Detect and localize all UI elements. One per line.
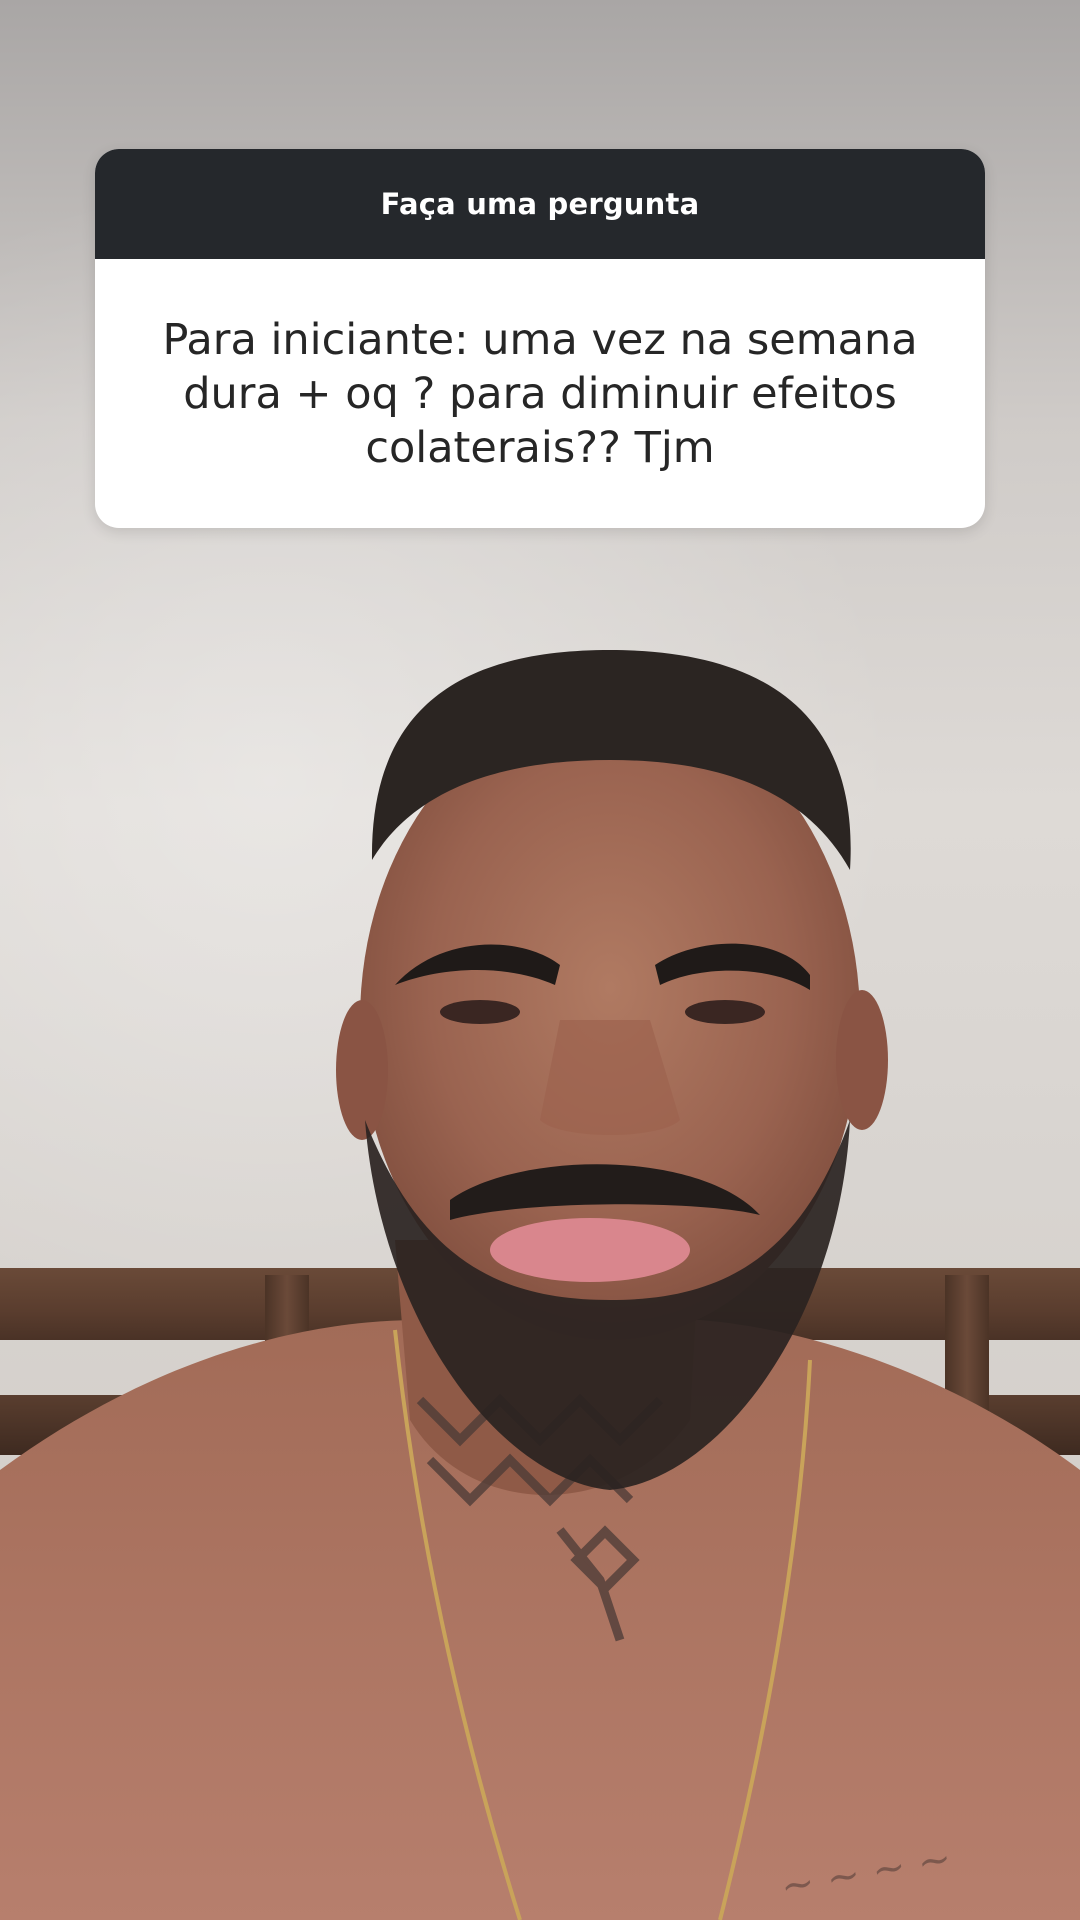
question-sticker[interactable]: Faça uma pergunta Para iniciante: uma ve…: [95, 149, 985, 528]
question-text: Para iniciante: uma vez na semana dura +…: [162, 314, 918, 473]
question-sticker-title: Faça uma pergunta: [380, 187, 700, 221]
question-sticker-body: Para iniciante: uma vez na semana dura +…: [95, 259, 985, 528]
question-sticker-header: Faça uma pergunta: [95, 149, 985, 259]
story-viewer[interactable]: ~ ~ ~ ~ Faça uma pergunta Para iniciante…: [0, 0, 1080, 1920]
